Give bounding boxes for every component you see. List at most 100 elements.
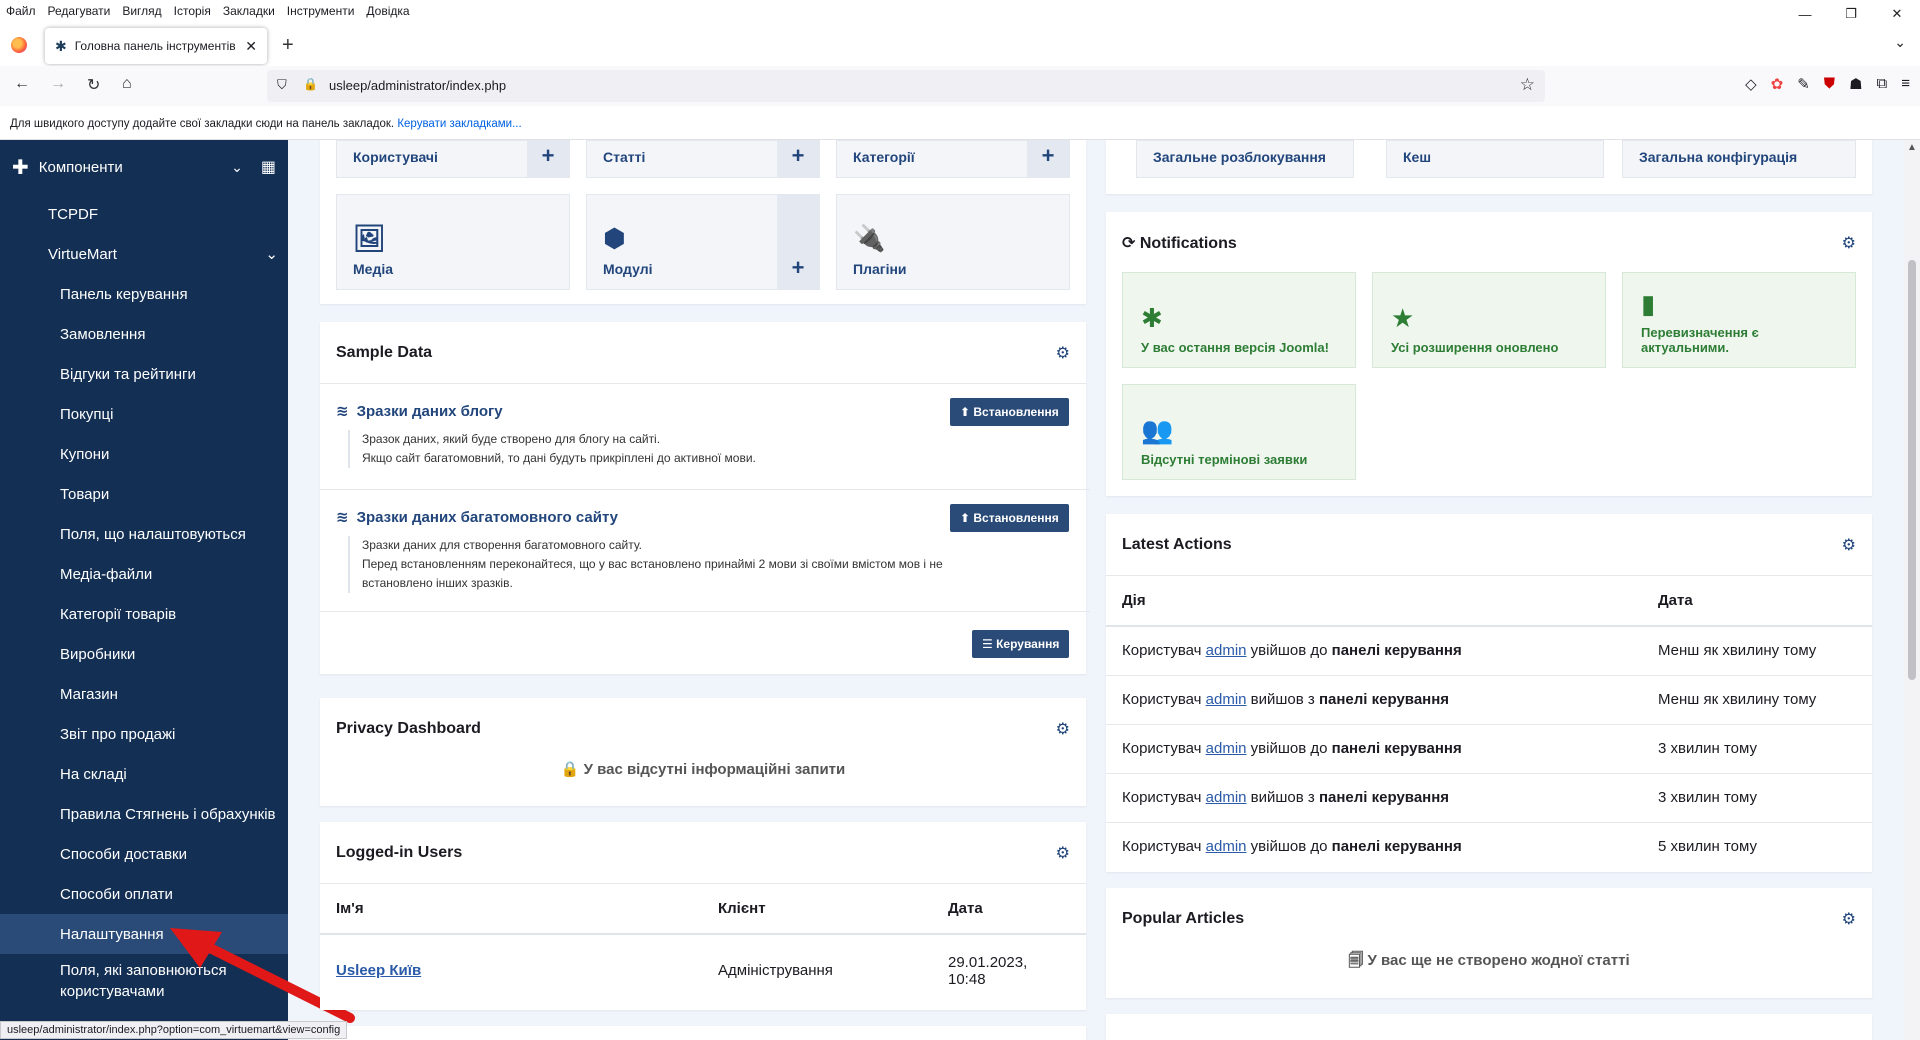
quick-checkin-label: Загальне розблокування [1153, 149, 1326, 165]
install-blog-button[interactable]: ⬆ Встановлення [950, 398, 1069, 426]
manage-bookmarks-link[interactable]: Керувати закладками... [397, 118, 521, 130]
multilang-description: Зразки даних для створення багатомовного… [348, 536, 943, 593]
close-tab-icon[interactable]: ✕ [245, 38, 257, 55]
forward-icon[interactable]: → [50, 75, 66, 93]
sidebar-sub-orders[interactable]: Замовлення [0, 314, 288, 354]
menu-help[interactable]: Довідка [360, 4, 415, 18]
add-user-plus-icon[interactable]: + [527, 141, 569, 177]
user-link[interactable]: admin [1206, 789, 1247, 806]
sidebar-item-virtuemart[interactable]: VirtueMart ⌄ [0, 234, 288, 274]
color-extension-icon[interactable]: ✿ [1771, 75, 1784, 93]
user-link[interactable]: admin [1206, 642, 1247, 659]
sidebar-sub-manufacturers[interactable]: Виробники [0, 634, 288, 674]
browser-tab[interactable]: ✱ Головна панель інструментів ✕ [45, 28, 267, 64]
user-link[interactable]: admin [1206, 838, 1247, 855]
notification-requests[interactable]: 👥 Відсутні термінові заявки [1122, 384, 1356, 480]
sidebar-sub-shop[interactable]: Магазин [0, 674, 288, 714]
notification-extensions[interactable]: ★ Усі розширення оновлено [1372, 272, 1606, 368]
lock-icon[interactable]: 🔒 [303, 77, 318, 91]
file-icon: ▮ [1641, 289, 1656, 319]
quick-articles[interactable]: Статті + [586, 140, 820, 178]
popular-articles-card: Popular Articles ⚙ 🗐 У вас ще не створен… [1106, 888, 1872, 998]
privacy-title: Privacy Dashboard [336, 720, 481, 737]
menu-edit[interactable]: Редагувати [42, 4, 117, 18]
shield-icon[interactable]: ⛉ [277, 77, 287, 93]
quick-cache[interactable]: Кеш [1386, 140, 1604, 178]
url-text[interactable]: usleep/administrator/index.php [329, 78, 506, 93]
manage-button[interactable]: ☰ Керування [972, 630, 1070, 658]
reload-icon[interactable]: ↻ [87, 75, 100, 95]
sidebar-sub-shipment[interactable]: Способи доставки [0, 834, 288, 874]
scrollbar-thumb[interactable] [1908, 260, 1916, 680]
sidebar-sub-categories[interactable]: Категорії товарів [0, 594, 288, 634]
add-category-plus-icon[interactable]: + [1027, 141, 1069, 177]
sidebar-sub-payment[interactable]: Способи оплати [0, 874, 288, 914]
blog-title: Зразки даних блогу [356, 403, 503, 420]
sidebar-sub-tax-rules[interactable]: Правила Стягнень і обрахунків [0, 794, 288, 834]
quick-modules[interactable]: ⬢ Модулі + [586, 194, 820, 290]
sidebar-sub-sales-report[interactable]: Звіт про продажі [0, 714, 288, 754]
quick-global-config[interactable]: Загальна конфігурація [1622, 140, 1856, 178]
list-tabs-icon[interactable]: ⌄ [1894, 34, 1906, 51]
quick-media[interactable]: 🖼 Медіа [336, 194, 570, 290]
sidebar-sub-dashboard[interactable]: Панель керування [0, 274, 288, 314]
sidebar-item-tcpdf[interactable]: TCPDF [0, 194, 288, 234]
quick-media-label: Медіа [353, 261, 394, 277]
sidebar-sub-coupons[interactable]: Купони [0, 434, 288, 474]
toolbar-icons: ◇ ✿ ✎ ⛊ ☗ ⧉ ≡ [1745, 75, 1910, 93]
menu-history[interactable]: Історія [168, 4, 217, 18]
extensions-icon[interactable]: ⧉ [1877, 75, 1888, 93]
bookmark-star-icon[interactable]: ☆ [1520, 75, 1535, 95]
quick-plugins[interactable]: 🔌 Плагіни [836, 194, 1070, 290]
sidebar-sub-products[interactable]: Товари [0, 474, 288, 514]
new-tab-icon[interactable]: + [282, 34, 294, 57]
menu-tools[interactable]: Інструменти [281, 4, 361, 18]
menu-file[interactable]: Файл [0, 4, 42, 18]
notification-joomla-version[interactable]: ✱ У вас остання версія Joomla! [1122, 272, 1356, 368]
refresh-icon: ⟳ [1122, 235, 1136, 252]
dashboard-grid-icon[interactable]: ▦ [261, 157, 276, 177]
date-cell: 29.01.2023, 10:48 [932, 933, 1086, 1006]
gear-icon[interactable]: ⚙ [1842, 233, 1856, 253]
gear-icon[interactable]: ⚙ [1056, 719, 1070, 739]
add-article-plus-icon[interactable]: + [777, 141, 819, 177]
gear-icon[interactable]: ⚙ [1056, 843, 1070, 863]
gear-icon[interactable]: ⚙ [1842, 909, 1856, 929]
home-icon[interactable]: ⌂ [122, 75, 132, 93]
url-bar[interactable]: ⛉ 🔒 usleep/administrator/index.php ☆ [267, 70, 1545, 102]
quick-global-checkin[interactable]: Загальне розблокування [1136, 140, 1354, 178]
gear-icon[interactable]: ⚙ [1056, 343, 1070, 363]
ublock-icon[interactable]: ⛊ [1824, 75, 1835, 93]
add-module-plus-icon[interactable]: + [777, 195, 819, 289]
cube-icon: ⬢ [603, 223, 626, 253]
pocket-icon[interactable]: ◇ [1745, 75, 1757, 93]
gear-icon[interactable]: ⚙ [1842, 535, 1856, 555]
eyedropper-icon[interactable]: ✎ [1797, 75, 1810, 93]
sidebar-sub-reviews[interactable]: Відгуки та рейтинги [0, 354, 288, 394]
user-link[interactable]: Usleep Київ [336, 962, 421, 979]
image-icon: 🖼 [353, 223, 387, 253]
user-link[interactable]: admin [1206, 691, 1247, 708]
chevron-down-icon[interactable]: ⌄ [231, 159, 243, 176]
back-icon[interactable]: ← [14, 75, 30, 93]
sidebar-sub-shoppers[interactable]: Покупці [0, 394, 288, 434]
quick-categories[interactable]: Категорії + [836, 140, 1070, 178]
notification-overrides[interactable]: ▮ Перевизначення є актуальними. [1622, 272, 1856, 368]
quick-users[interactable]: Користувачі + [336, 140, 570, 178]
menu-bookmarks[interactable]: Закладки [217, 4, 281, 18]
scroll-up-icon[interactable]: ▲ [1907, 142, 1917, 153]
extension-robot-icon[interactable]: ☗ [1849, 75, 1862, 93]
chevron-down-icon[interactable]: ⌄ [265, 245, 278, 263]
logged-in-users-card: Logged-in Users ⚙ Ім'я Клієнт Дата Uslee… [320, 822, 1086, 1010]
sidebar-sub-custom-fields[interactable]: Поля, що налаштовуються [0, 514, 288, 554]
plug-icon: 🔌 [853, 223, 886, 253]
page-scrollbar[interactable]: ▲ [1904, 140, 1920, 1040]
app-menu-icon[interactable]: ≡ [1901, 75, 1910, 93]
user-link[interactable]: admin [1206, 740, 1247, 757]
install-multilang-button[interactable]: ⬆ Встановлення [950, 504, 1069, 532]
menu-view[interactable]: Вигляд [116, 4, 167, 18]
puzzle-icon: ✚ [12, 156, 29, 179]
sidebar-sub-media[interactable]: Медіа-файли [0, 554, 288, 594]
sidebar-sub-inventory[interactable]: На складі [0, 754, 288, 794]
sidebar-components-header[interactable]: ✚ Компоненти ⌄ ▦ [0, 140, 288, 194]
